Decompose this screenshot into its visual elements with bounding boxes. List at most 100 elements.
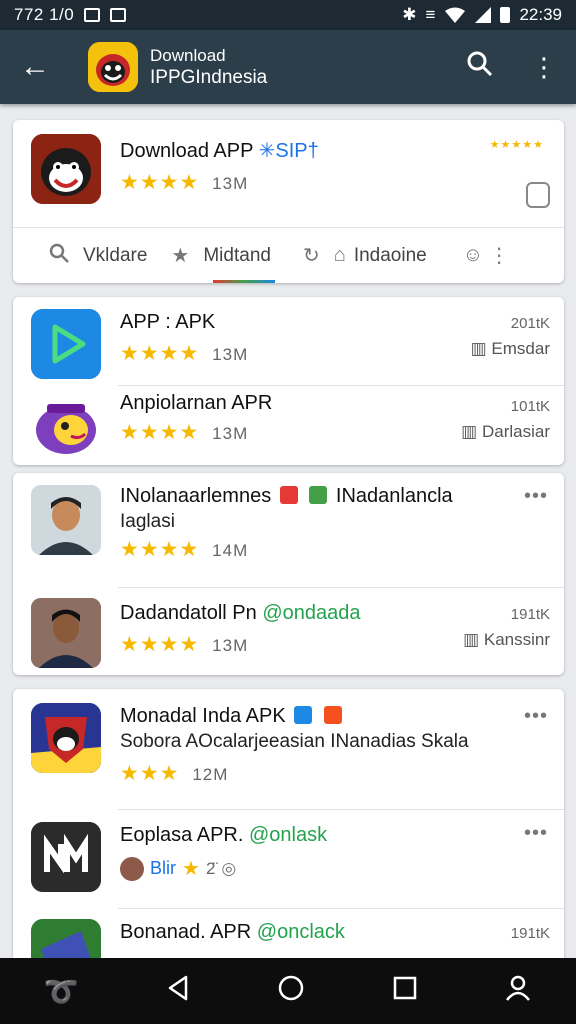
more-icon: ⋮ xyxy=(489,245,510,267)
app-meta: 13M xyxy=(212,424,249,443)
tab-label: Indaoine xyxy=(353,244,427,266)
app-meta: 13M xyxy=(212,636,249,655)
author-name: Blir xyxy=(150,858,176,878)
recents-icon[interactable] xyxy=(393,975,417,1007)
avatar xyxy=(31,598,101,668)
app-bar: ← Download IPPGIndnesia ⋮ xyxy=(0,30,576,104)
featured-app-tag: ✳SIP† xyxy=(258,140,319,162)
bluetooth-icon: ✱ xyxy=(402,5,417,24)
app-location-text: Kanssinr xyxy=(483,630,550,649)
assistant-icon[interactable]: ➰ xyxy=(44,975,79,1008)
app-subtitle: Sobora AOcalarjeeasian INanadias Skala xyxy=(120,731,469,752)
search-icon[interactable] xyxy=(448,51,512,84)
app-name: INolanaarlemnes INadanlancla xyxy=(120,485,453,508)
tab-label: Midtand xyxy=(203,244,271,266)
status-time-right: 22:39 xyxy=(519,5,562,24)
featured-app-name-text: Download APP xyxy=(120,140,254,162)
signal-icon xyxy=(475,7,492,23)
app-size: 201tK xyxy=(510,315,550,332)
app-name-tail: INadanlancla xyxy=(335,485,453,507)
app-tag: @onlask xyxy=(248,824,328,846)
overflow-menu-icon[interactable]: ⋮ xyxy=(512,52,576,83)
home-icon: ⌂ xyxy=(333,244,346,266)
app-name-text: Monadal Inda APK xyxy=(120,705,286,727)
app-list-card: Monadal Inda APK Sobora AOcalarjeeasian … xyxy=(13,689,564,958)
more-options-icon[interactable]: ••• xyxy=(524,705,548,728)
list-item[interactable]: Dadandatoll Pn @ondaada ★★★★ 13M 191tK ▥… xyxy=(13,588,564,675)
app-name-text: Eoplasa APR. xyxy=(120,824,244,846)
app-size: 191tK xyxy=(510,606,550,623)
app-name: Anpiolarnan APR xyxy=(120,392,273,414)
mascot-app-icon xyxy=(31,392,101,462)
rating-stars: ★★★★ xyxy=(120,342,200,365)
featured-meta: 13M xyxy=(212,174,249,193)
verified-icon: ◎ xyxy=(221,858,237,878)
author-avatar xyxy=(120,856,144,881)
tab-midtand[interactable]: ★ Midtand xyxy=(171,243,271,268)
app-name: Eoplasa APR. @onlask xyxy=(120,824,327,847)
app-meta: 14M xyxy=(212,541,249,560)
tab-vkldare[interactable]: Vkldare xyxy=(49,243,147,269)
status-bar: 772 1/0 ✱ ≡ 22:39 xyxy=(0,0,576,30)
building-icon: ▥ xyxy=(470,339,487,358)
blue-badge-icon xyxy=(294,706,313,724)
more-options-icon[interactable]: ••• xyxy=(524,485,548,508)
app-meta: 2̈ xyxy=(205,858,216,878)
rating-stars: ★★★ xyxy=(120,762,180,785)
back-arrow-icon[interactable]: ← xyxy=(0,50,70,84)
featured-card: Download APP ✳SIP† ★★★★ 13M ★★★★★ Vkldar… xyxy=(13,120,564,283)
notification-icon xyxy=(110,8,127,22)
list-item[interactable]: Bonanad. APR @onclack 191tK xyxy=(13,909,564,958)
app-name-text: Dadandatoll Pn xyxy=(120,602,257,624)
list-item[interactable]: INolanaarlemnes INadanlancla Iaglasi ★★★… xyxy=(13,473,564,587)
app-name: Monadal Inda APK xyxy=(120,705,345,728)
featured-app-icon[interactable] xyxy=(31,134,101,204)
app-rating: ★★★★ 14M xyxy=(120,537,248,562)
list-item[interactable]: Monadal Inda APK Sobora AOcalarjeeasian … xyxy=(13,689,564,809)
star-icon: ★ xyxy=(182,858,200,880)
app-size: 101tK xyxy=(510,398,550,415)
app-name-text: Bonanad. APR xyxy=(120,921,252,943)
app-meta: 12M xyxy=(192,765,229,784)
app-author: Blir ★ 2̈ ◎ xyxy=(120,856,236,881)
app-location: ▥ Emsdar xyxy=(471,339,550,359)
featured-app-name[interactable]: Download APP ✳SIP† xyxy=(120,138,319,163)
building-icon: ▥ xyxy=(463,630,480,649)
battery-icon xyxy=(500,7,511,23)
app-title: Download IPPGIndnesia xyxy=(150,45,267,89)
orange-badge-icon xyxy=(323,706,342,724)
app-tag: @ondaada xyxy=(262,602,361,624)
more-options-icon[interactable]: ••• xyxy=(524,822,548,845)
status-time-left: 772 1/0 xyxy=(14,5,75,24)
app-location: ▥ Darlasiar xyxy=(461,422,550,442)
app-rating: ★★★★ 13M xyxy=(120,341,248,366)
tab-bar: Vkldare ★ Midtand ↻ ⌂ Indaoine ☺ ⋮ xyxy=(13,227,564,283)
list-item[interactable]: Eoplasa APR. @onlask Blir ★ 2̈ ◎ ••• xyxy=(13,810,564,908)
app-size: 191tK xyxy=(510,925,550,942)
tab-indaoine[interactable]: ↻ ⌂ Indaoine xyxy=(303,243,427,268)
app-rating: ★★★★ 13M xyxy=(120,632,248,657)
app-title-line1: Download xyxy=(150,46,226,65)
featured-rating: ★★★★ 13M xyxy=(120,170,248,195)
profile-menu[interactable]: ☺ ⋮ xyxy=(463,243,523,268)
share-icon: ↻ xyxy=(302,245,320,267)
avatar xyxy=(31,485,101,555)
app-name-text: INolanaarlemnes xyxy=(120,485,272,507)
app-name: APP : APK xyxy=(120,311,216,333)
app-rating: ★★★ 12M xyxy=(120,761,228,786)
rating-stars: ★★★★ xyxy=(120,538,200,561)
list-item[interactable]: APP : APK ★★★★ 13M 201tK ▥ Emsdar xyxy=(13,297,564,385)
search-icon xyxy=(49,243,69,269)
app-list-card: INolanaarlemnes INadanlancla Iaglasi ★★★… xyxy=(13,473,564,675)
star-icon: ★ xyxy=(171,245,190,267)
back-icon[interactable] xyxy=(166,975,190,1008)
game-app-icon xyxy=(31,919,101,958)
account-icon[interactable] xyxy=(504,974,532,1009)
list-item[interactable]: Anpiolarnan APR ★★★★ 13M 101tK ▥ Darlasi… xyxy=(13,386,564,465)
app-location-text: Darlasiar xyxy=(481,422,550,441)
tab-label: Vkldare xyxy=(83,244,148,266)
home-icon[interactable] xyxy=(277,974,305,1009)
app-tag: @onclack xyxy=(256,921,345,943)
app-title-line2: IPPGIndnesia xyxy=(150,67,268,88)
bookmark-icon[interactable] xyxy=(526,182,550,208)
